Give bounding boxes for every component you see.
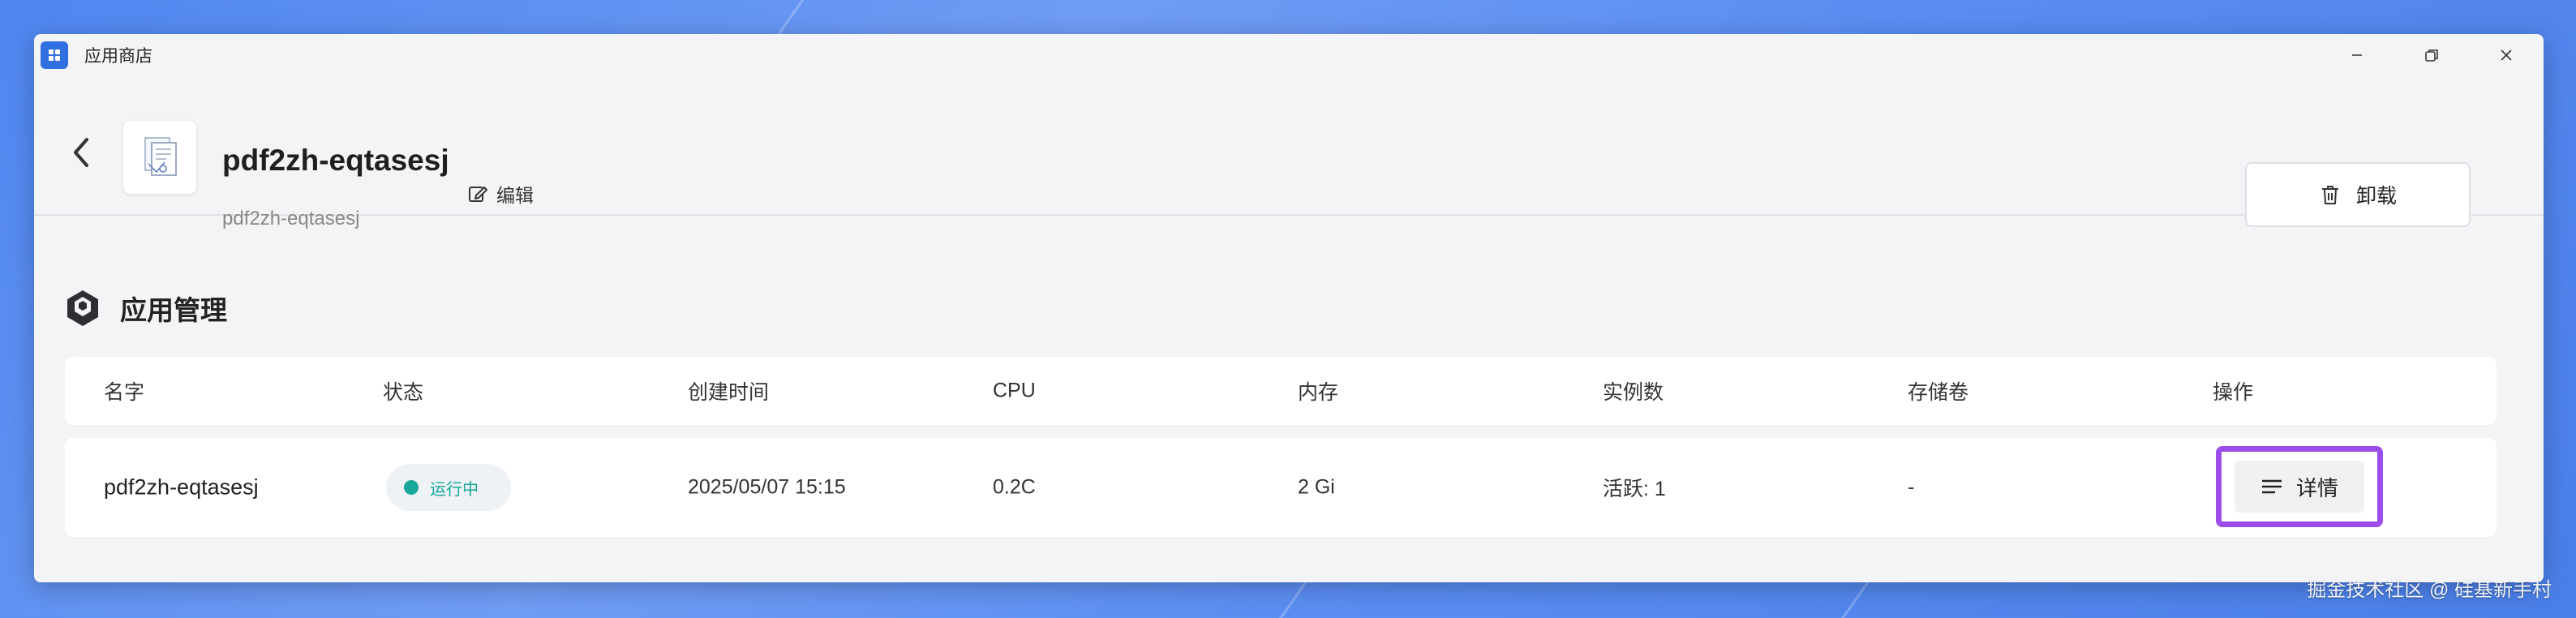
uninstall-button[interactable]: 卸载: [2245, 162, 2471, 227]
app-store-logo-icon: [41, 41, 68, 69]
section-header: 应用管理: [63, 289, 227, 328]
row-cpu: 0.2C: [993, 475, 1036, 499]
column-header-created: 创建时间: [688, 381, 770, 404]
status-text: 运行中: [430, 480, 479, 499]
app-icon: [123, 121, 196, 194]
uninstall-label: 卸载: [2355, 185, 2397, 208]
row-instances: 活跃: 1: [1603, 478, 1666, 500]
table-row: pdf2zh-eqtasesj 运行中 2025/05/07 15:15 0.2…: [65, 438, 2497, 537]
chevron-left-icon: [74, 138, 88, 167]
status-badge: 运行中: [386, 464, 511, 511]
trash-icon: [2321, 186, 2338, 204]
close-icon: [2501, 49, 2512, 61]
column-header-name: 名字: [104, 381, 145, 404]
app-store-window: 应用商店 pdf2zh-eqtasesj 编辑 pdf2zh-eqtasesj …: [34, 34, 2544, 582]
cube-cluster-icon: [67, 290, 98, 326]
detail-label: 详情: [2295, 475, 2338, 500]
section-title: 应用管理: [120, 295, 227, 325]
app-header: pdf2zh-eqtasesj 编辑 pdf2zh-eqtasesj 卸载: [34, 76, 2544, 230]
edit-button[interactable]: 编辑: [467, 180, 534, 208]
table-header: 名字 状态 创建时间 CPU 内存 实例数 存储卷 操作: [65, 357, 2497, 425]
app-subtitle: pdf2zh-eqtasesj: [222, 208, 360, 230]
detail-button-focus-ring: 详情: [2216, 446, 2383, 527]
pdf-document-icon: [144, 137, 177, 176]
row-name: pdf2zh-eqtasesj: [104, 474, 259, 500]
status-dot-icon: [404, 480, 419, 495]
list-icon: [2261, 479, 2282, 494]
column-header-actions: 操作: [2213, 381, 2254, 404]
column-header-cpu: CPU: [993, 379, 1036, 402]
edit-label: 编辑: [496, 185, 534, 206]
minimize-button[interactable]: [2320, 34, 2394, 76]
column-header-volumes: 存储卷: [1908, 381, 1969, 404]
window-controls: [2320, 34, 2544, 76]
watermark: 掘金技术社区 @ 硅基新手村: [2307, 579, 2552, 601]
row-created-time: 2025/05/07 15:15: [688, 475, 846, 499]
column-header-instances: 实例数: [1603, 381, 1664, 404]
edit-icon: [469, 187, 487, 202]
row-volumes: -: [1908, 475, 1915, 499]
window-title: 应用商店: [84, 47, 152, 66]
close-button[interactable]: [2469, 34, 2544, 76]
title-bar: 应用商店: [34, 34, 2544, 76]
row-memory: 2 Gi: [1298, 475, 1335, 499]
detail-button[interactable]: 详情: [2235, 461, 2364, 513]
column-header-memory: 内存: [1298, 381, 1339, 404]
minimize-icon: [2352, 54, 2362, 56]
restore-icon: [2425, 49, 2438, 62]
back-button[interactable]: [65, 128, 97, 177]
column-header-status: 状态: [383, 381, 424, 404]
app-name: pdf2zh-eqtasesj: [222, 144, 449, 177]
restore-button[interactable]: [2394, 34, 2469, 76]
